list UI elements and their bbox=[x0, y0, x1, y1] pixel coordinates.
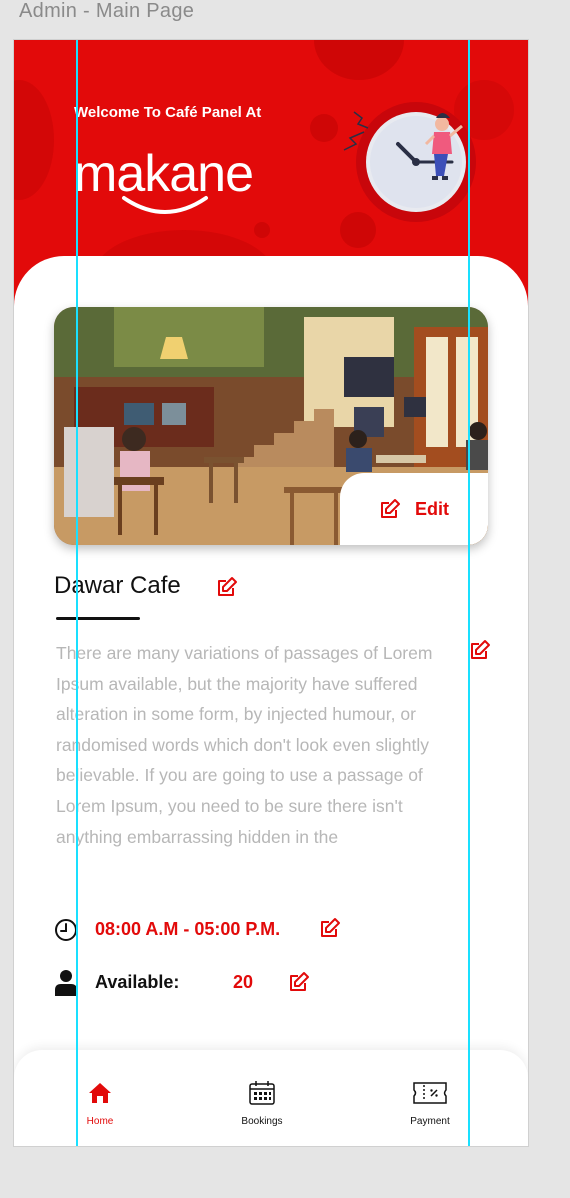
available-label: Available: bbox=[95, 972, 180, 992]
cafe-description: There are many variations of passages of… bbox=[56, 643, 433, 847]
home-icon bbox=[89, 1083, 111, 1103]
tab-bookings-label: Bookings bbox=[241, 1116, 283, 1127]
edit-hours-icon[interactable] bbox=[319, 917, 341, 939]
bottom-tab-bar: Home Bookings Payment bbox=[14, 1050, 528, 1146]
frame-title: Admin - Main Page bbox=[19, 0, 195, 22]
logo-smile-icon bbox=[122, 196, 208, 214]
clock-icon bbox=[55, 919, 77, 941]
opening-hours: 08:00 A.M - 05:00 P.M. bbox=[95, 919, 281, 939]
ticket-icon bbox=[413, 1082, 447, 1104]
cafe-photo: Edit bbox=[54, 307, 488, 545]
tab-payment[interactable]: Payment bbox=[400, 1050, 460, 1146]
app-screen: Welcome To Café Panel At makane Edit Daw… bbox=[13, 39, 529, 1147]
user-icon bbox=[55, 970, 77, 996]
edit-icon bbox=[381, 499, 400, 518]
brand-logo: makane bbox=[74, 145, 254, 203]
edit-description-icon[interactable] bbox=[469, 639, 491, 661]
name-underline bbox=[56, 617, 140, 620]
clock-illustration-icon bbox=[343, 102, 476, 222]
edit-name-icon[interactable] bbox=[216, 576, 238, 598]
layout-guide-left bbox=[76, 40, 78, 1146]
edit-photo-label: Edit bbox=[415, 498, 449, 519]
cafe-name: Dawar Cafe bbox=[54, 572, 181, 599]
tab-home-label: Home bbox=[86, 1116, 114, 1127]
welcome-text: Welcome To Café Panel At bbox=[74, 104, 262, 121]
tab-bookings[interactable]: Bookings bbox=[232, 1050, 292, 1146]
edit-photo-button[interactable]: Edit bbox=[340, 473, 488, 545]
available-count: 20 bbox=[233, 972, 254, 992]
edit-available-icon[interactable] bbox=[288, 971, 310, 993]
tab-payment-label: Payment bbox=[410, 1116, 450, 1127]
tab-home[interactable]: Home bbox=[72, 1050, 128, 1146]
layout-guide-right bbox=[468, 40, 470, 1146]
calendar-icon bbox=[249, 1081, 275, 1105]
